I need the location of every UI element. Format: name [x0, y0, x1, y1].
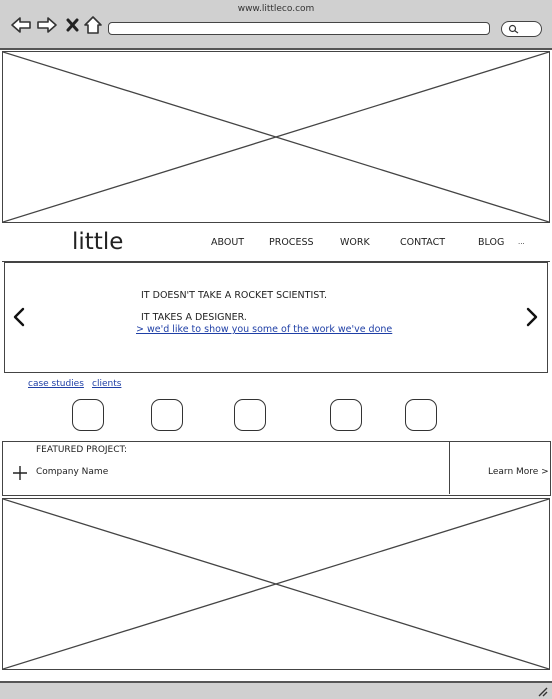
- window-url-title: www.littleco.com: [237, 4, 315, 14]
- footer-image-placeholder: [2, 498, 550, 670]
- status-bar: [0, 681, 552, 699]
- home-icon[interactable]: [82, 15, 104, 35]
- browser-toolbar: www.littleco.com: [0, 0, 552, 50]
- address-bar[interactable]: [108, 22, 490, 35]
- back-arrow-icon[interactable]: [10, 15, 32, 35]
- nav-about[interactable]: ABOUT: [211, 237, 244, 248]
- hero-carousel: IT DOESN'T TAKE A ROCKET SCIENTIST. IT T…: [4, 262, 548, 373]
- site-header: little ABOUT PROCESS WORK CONTACT BLOG .…: [2, 225, 550, 262]
- hero-subheadline: IT TAKES A DESIGNER.: [141, 312, 247, 323]
- forward-arrow-icon[interactable]: [36, 15, 58, 35]
- nav-work[interactable]: WORK: [340, 237, 370, 248]
- featured-project-label: FEATURED PROJECT:: [36, 445, 128, 455]
- learn-more-link[interactable]: Learn More >: [488, 467, 549, 477]
- nav-more[interactable]: ...: [518, 238, 525, 246]
- hero-headline: IT DOESN'T TAKE A ROCKET SCIENTIST.: [141, 290, 327, 301]
- chevron-left-icon[interactable]: [12, 307, 26, 327]
- banner-image-placeholder: [2, 51, 550, 223]
- tab-case-studies[interactable]: case studies: [28, 379, 84, 389]
- featured-company-name: Company Name: [36, 467, 109, 477]
- hero-work-link[interactable]: > we'd like to show you some of the work…: [136, 324, 392, 335]
- client-logo-tile[interactable]: [405, 399, 437, 431]
- resize-grip-icon[interactable]: [536, 685, 548, 697]
- site-logo[interactable]: little: [72, 229, 123, 255]
- search-field[interactable]: [501, 21, 542, 37]
- tab-clients[interactable]: clients: [92, 379, 121, 389]
- nav-contact[interactable]: CONTACT: [400, 237, 445, 248]
- nav-blog[interactable]: BLOG: [478, 237, 504, 248]
- featured-project: FEATURED PROJECT: Company Name Learn Mor…: [2, 441, 551, 496]
- close-icon[interactable]: [62, 15, 84, 35]
- chevron-right-icon[interactable]: [525, 307, 539, 327]
- client-logo-tile[interactable]: [330, 399, 362, 431]
- search-icon: [508, 24, 519, 34]
- client-logo-tile[interactable]: [234, 399, 266, 431]
- client-logo-tile[interactable]: [72, 399, 104, 431]
- featured-divider: [449, 442, 450, 494]
- nav-process[interactable]: PROCESS: [269, 237, 314, 248]
- plus-icon[interactable]: [13, 466, 27, 480]
- client-logo-tile[interactable]: [151, 399, 183, 431]
- browser-window: www.littleco.com little ABOUT PROCESS WO…: [0, 0, 552, 699]
